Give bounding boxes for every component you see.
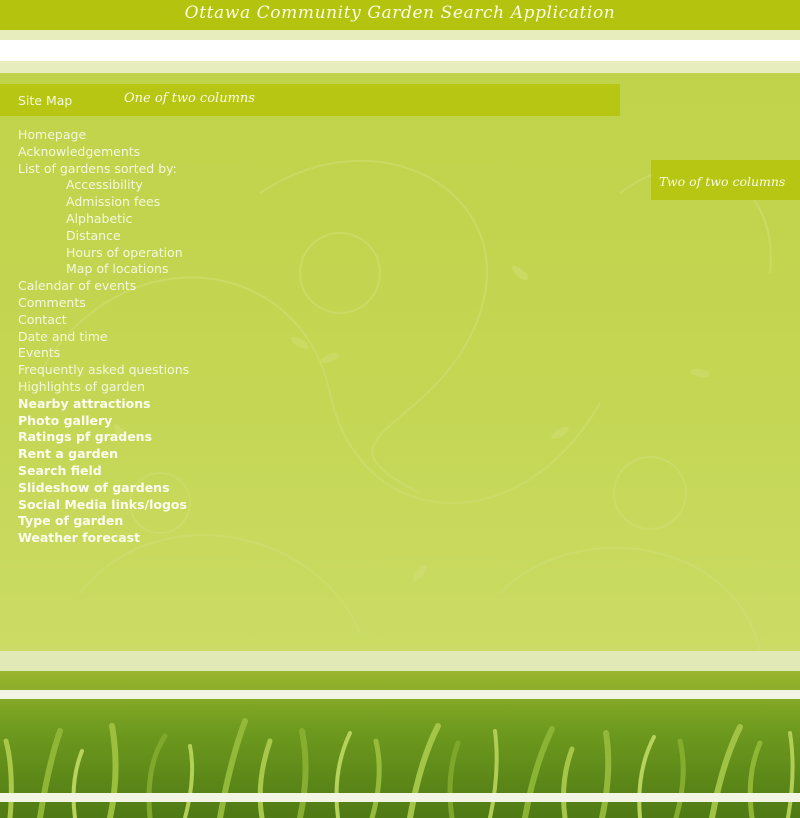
sitemap-item[interactable]: Acknowledgements bbox=[18, 144, 418, 161]
sitemap-item[interactable]: Contact bbox=[18, 312, 418, 329]
site-map-heading: Site Map bbox=[18, 93, 73, 108]
sitemap-subitem[interactable]: Distance bbox=[18, 228, 418, 245]
page-title: Ottawa Community Garden Search Applicati… bbox=[184, 3, 616, 23]
column-one-header-bar bbox=[0, 84, 620, 116]
sitemap-item[interactable]: Slideshow of gardens bbox=[18, 480, 418, 497]
sitemap-item[interactable]: List of gardens sorted by: bbox=[18, 161, 418, 178]
sitemap-item[interactable]: Photo gallery bbox=[18, 413, 418, 430]
sitemap-item[interactable]: Frequently asked questions bbox=[18, 362, 418, 379]
footer-light-band bbox=[0, 651, 800, 671]
sitemap-item[interactable]: Calendar of events bbox=[18, 278, 418, 295]
sitemap-item[interactable]: Search field bbox=[18, 463, 418, 480]
sitemap-subitem[interactable]: Admission fees bbox=[18, 194, 418, 211]
sitemap-item[interactable]: Type of garden bbox=[18, 513, 418, 530]
sitemap-subitem[interactable]: Hours of operation bbox=[18, 245, 418, 262]
footer-stripe-top bbox=[0, 690, 800, 699]
sitemap-item[interactable]: Rent a garden bbox=[18, 446, 418, 463]
column-one-label: One of two columns bbox=[124, 91, 255, 106]
sitemap-subitem[interactable]: Alphabetic bbox=[18, 211, 418, 228]
sitemap-item[interactable]: Homepage bbox=[18, 127, 418, 144]
footer-stripe-bottom bbox=[0, 793, 800, 802]
sitemap-item[interactable]: Date and time bbox=[18, 329, 418, 346]
sitemap-item[interactable]: Events bbox=[18, 345, 418, 362]
sitemap-item[interactable]: Comments bbox=[18, 295, 418, 312]
sitemap-item[interactable]: Highlights of garden bbox=[18, 379, 418, 396]
sitemap-item[interactable]: Nearby attractions bbox=[18, 396, 418, 413]
sitemap-item[interactable]: Ratings pf gradens bbox=[18, 429, 418, 446]
sitemap-subitem[interactable]: Map of locations bbox=[18, 261, 418, 278]
header-stripe-top bbox=[0, 30, 800, 40]
header-stripe-bottom bbox=[0, 61, 800, 73]
site-map-list: Homepage Acknowledgements List of garden… bbox=[18, 127, 418, 547]
header-white-band bbox=[0, 40, 800, 61]
sitemap-subitem[interactable]: Accessibility bbox=[18, 177, 418, 194]
sitemap-item[interactable]: Weather forecast bbox=[18, 530, 418, 547]
sitemap-item[interactable]: Social Media links/logos bbox=[18, 497, 418, 514]
column-two-label: Two of two columns bbox=[659, 174, 786, 189]
